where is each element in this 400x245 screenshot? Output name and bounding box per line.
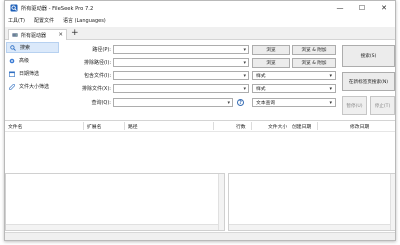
mode-value: 样式 xyxy=(256,74,266,79)
close-window-button[interactable]: ✕ xyxy=(373,2,395,14)
menu-bar: 工具(T) 配置文件 语言 (Languages) xyxy=(5,15,395,26)
title-bar: 所有驱动器 - FileSeek Pro 7.2 — ☐ ✕ xyxy=(5,1,395,15)
column-header-line-count[interactable]: 行数 xyxy=(236,123,246,130)
exclude-files-combobox[interactable]: ▾ xyxy=(113,84,249,93)
tab-all-drives[interactable]: 所有驱动器 ✕ xyxy=(8,29,67,40)
minimize-button[interactable]: — xyxy=(329,2,351,14)
browse-exclude-button[interactable]: 浏览 xyxy=(252,58,290,68)
sidebar-item-date-filter[interactable]: 日期筛选 xyxy=(6,68,59,79)
search-new-tab-button[interactable]: 在新标签页搜索(N) xyxy=(342,72,395,91)
chevron-down-icon: ▾ xyxy=(329,86,332,92)
include-files-combobox[interactable]: ▾ xyxy=(113,71,249,80)
sidebar-item-label: 日期筛选 xyxy=(19,71,40,77)
window-title: 所有驱动器 - FileSeek Pro 7.2 xyxy=(21,6,94,12)
horizontal-scrollbar[interactable] xyxy=(229,224,390,230)
preview-area xyxy=(5,173,395,231)
search-button[interactable]: 搜索(S) xyxy=(342,45,395,67)
vertical-scrollbar[interactable] xyxy=(218,174,224,230)
query-combobox[interactable]: ▾ xyxy=(113,98,233,107)
column-divider[interactable] xyxy=(83,122,84,130)
menu-languages[interactable]: 语言 (Languages) xyxy=(63,17,106,24)
query-mode-value: 文本查询 xyxy=(256,101,276,106)
maximize-button[interactable]: ☐ xyxy=(351,2,373,14)
column-header-extension[interactable]: 扩展名 xyxy=(87,123,101,130)
tab-strip: 所有驱动器 ✕ + xyxy=(5,27,395,40)
mode-value: 样式 xyxy=(256,87,266,92)
column-header-created[interactable]: 创建日期 xyxy=(292,123,311,130)
sidebar: 搜索 高级 日期筛选 文件大小筛选 xyxy=(5,41,60,118)
include-files-mode-select[interactable]: 样式 ▾ xyxy=(252,71,336,80)
calendar-icon xyxy=(9,71,15,77)
menu-profiles[interactable]: 配置文件 xyxy=(34,17,54,24)
exclude-path-label: 排除路径(I): xyxy=(83,60,111,66)
column-header-modified[interactable]: 修改日期 xyxy=(350,123,369,130)
exclude-path-combobox[interactable]: ▾ xyxy=(113,58,249,67)
sidebar-item-search[interactable]: 搜索 xyxy=(6,42,59,53)
exclude-files-label: 排除文件(X): xyxy=(81,86,111,92)
include-files-label: 包含文件(I): xyxy=(83,73,111,79)
status-bar xyxy=(5,232,395,240)
help-icon[interactable]: ? xyxy=(237,99,244,106)
column-header-filename[interactable]: 文件名 xyxy=(8,123,22,130)
chevron-down-icon: ▾ xyxy=(243,73,246,79)
chevron-down-icon: ▾ xyxy=(329,100,332,106)
column-header-file-size[interactable]: 文件大小 xyxy=(268,123,287,130)
path-combobox[interactable]: ▾ xyxy=(113,45,249,54)
matches-pane[interactable] xyxy=(5,173,225,231)
query-mode-select[interactable]: 文本查询 ▾ xyxy=(252,98,336,107)
add-tab-button[interactable]: + xyxy=(71,29,79,38)
stop-button[interactable]: 停止(T) xyxy=(370,96,395,115)
column-header-path[interactable]: 路径 xyxy=(128,123,138,130)
column-divider[interactable] xyxy=(317,122,318,130)
path-label: 路径(P): xyxy=(92,47,111,53)
query-label: 查询(Q): xyxy=(91,100,111,106)
chevron-down-icon: ▾ xyxy=(243,60,246,66)
sidebar-item-label: 文件大小筛选 xyxy=(19,84,50,90)
tab-close-icon[interactable]: ✕ xyxy=(58,32,63,38)
chevron-down-icon: ▾ xyxy=(243,47,246,53)
column-divider[interactable] xyxy=(213,122,214,130)
app-window: 所有驱动器 - FileSeek Pro 7.2 — ☐ ✕ 工具(T) 配置文… xyxy=(4,0,396,241)
chevron-down-icon: ▾ xyxy=(227,100,230,106)
chevron-down-icon: ▾ xyxy=(329,73,332,79)
tab-label: 所有驱动器 xyxy=(21,32,47,39)
results-table: 文件名 扩展名 路径 行数 文件大小 创建日期 修改日期 xyxy=(5,120,395,172)
chevron-down-icon: ▾ xyxy=(243,86,246,92)
pause-button[interactable]: 暂停(U) xyxy=(342,96,367,115)
vertical-scrollbar[interactable] xyxy=(390,174,395,230)
search-icon xyxy=(10,44,16,51)
menu-tools[interactable]: 工具(T) xyxy=(8,17,25,24)
exclude-files-mode-select[interactable]: 样式 ▾ xyxy=(252,84,336,93)
browse-add-exclude-button[interactable]: 浏览 & 附加 xyxy=(292,58,336,68)
drive-icon xyxy=(12,33,18,37)
sidebar-item-size-filter[interactable]: 文件大小筛选 xyxy=(6,81,59,92)
horizontal-scrollbar[interactable] xyxy=(6,224,218,230)
sidebar-item-advanced[interactable]: 高级 xyxy=(6,55,59,66)
column-divider[interactable] xyxy=(251,122,252,130)
sidebar-item-label: 搜索 xyxy=(20,45,31,51)
header-divider xyxy=(5,131,395,132)
sidebar-item-label: 高级 xyxy=(19,58,30,64)
app-logo-icon xyxy=(10,4,18,12)
file-preview-pane[interactable] xyxy=(228,173,395,231)
column-divider[interactable] xyxy=(124,122,125,130)
ruler-icon xyxy=(9,83,15,90)
advanced-icon xyxy=(9,58,15,63)
browse-path-button[interactable]: 浏览 xyxy=(252,45,290,55)
browse-add-path-button[interactable]: 浏览 & 附加 xyxy=(292,45,336,55)
